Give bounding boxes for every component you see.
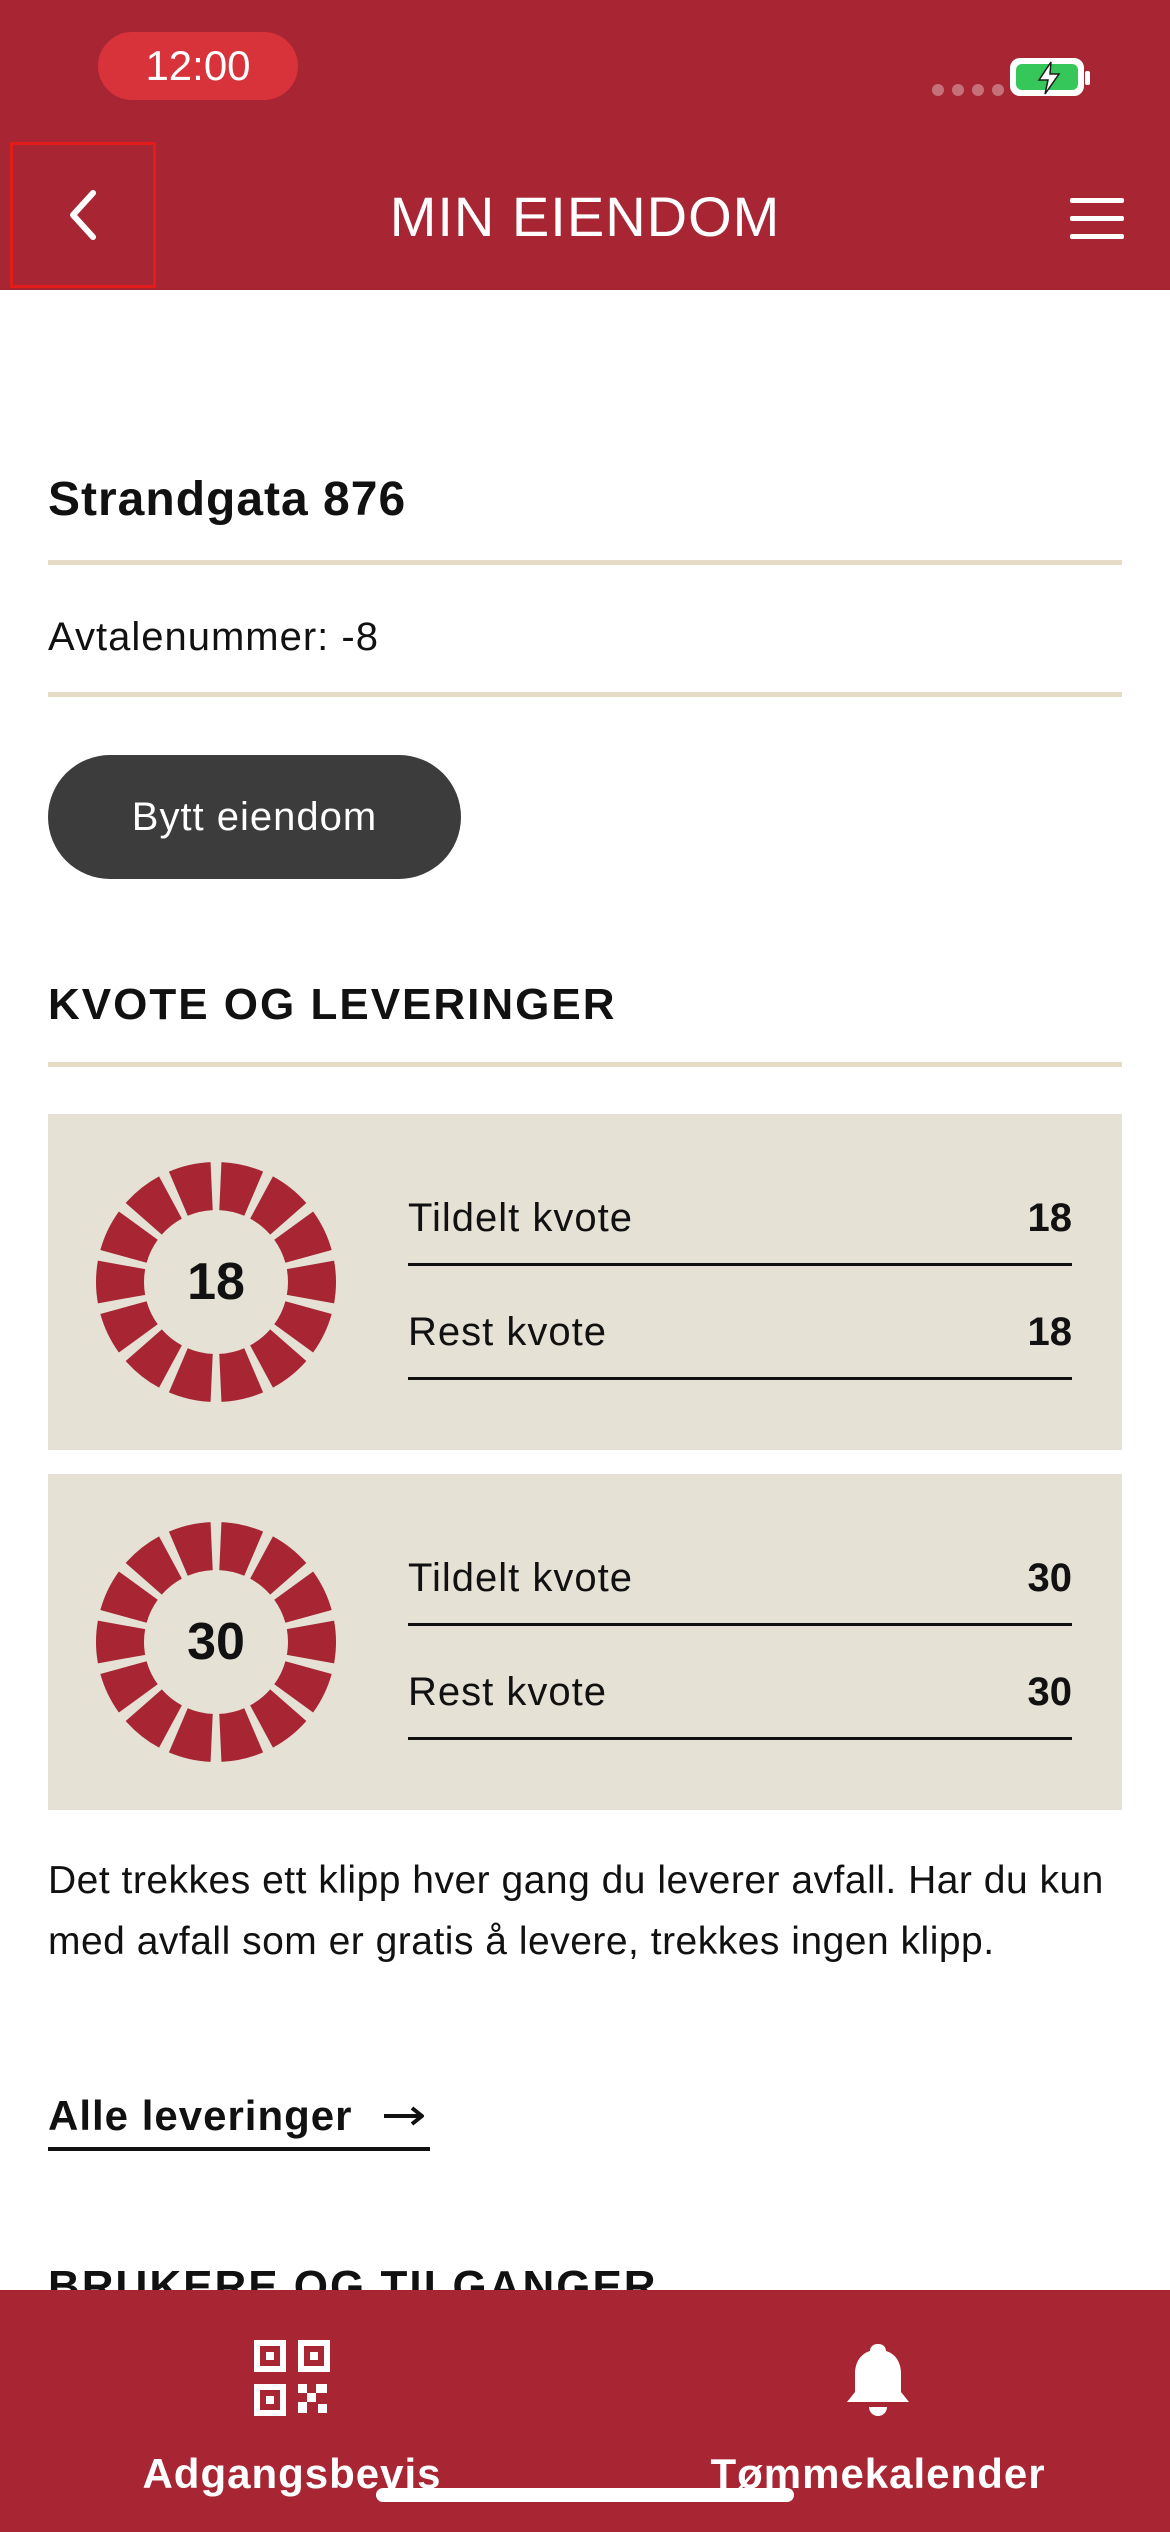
divider <box>48 560 1122 565</box>
quota-label: Tildelt kvote <box>408 1196 633 1240</box>
menu-button[interactable] <box>1064 196 1134 242</box>
home-indicator <box>376 2488 794 2502</box>
quota-label: Tildelt kvote <box>408 1556 633 1600</box>
quota-row-remaining: Rest kvote 18 <box>408 1268 1072 1380</box>
switch-property-button[interactable]: Bytt eiendom <box>48 755 461 879</box>
qr-code-icon <box>254 2340 330 2416</box>
quota-card: 30 Tildelt kvote 30 Rest kvote 30 <box>48 1474 1122 1810</box>
page-title: MIN EIENDOM <box>389 185 781 248</box>
quota-value: 18 <box>1027 1310 1073 1354</box>
quota-label: Rest kvote <box>408 1670 607 1714</box>
donut-value: 30 <box>187 1613 245 1671</box>
contract-number: Avtalenummer: -8 <box>48 615 379 659</box>
battery-icon <box>1010 58 1090 96</box>
quota-row-assigned: Tildelt kvote 18 <box>408 1154 1072 1266</box>
all-deliveries-label: Alle leveringer <box>48 2092 353 2139</box>
all-deliveries-link[interactable]: Alle leveringer <box>48 2085 431 2151</box>
donut-value: 18 <box>187 1253 245 1311</box>
property-address: Strandgata 876 <box>48 473 407 526</box>
bell-icon <box>847 2344 909 2416</box>
quota-value: 18 <box>1027 1196 1073 1240</box>
quota-row-remaining: Rest kvote 30 <box>408 1628 1072 1740</box>
quota-value: 30 <box>1027 1556 1073 1600</box>
quota-value: 30 <box>1027 1670 1073 1714</box>
divider <box>48 692 1122 697</box>
quota-info-text: Det trekkes ett klipp hver gang du lever… <box>48 1859 1104 1963</box>
quota-row-assigned: Tildelt kvote 30 <box>408 1514 1072 1626</box>
section-title-quota: KVOTE OG LEVERINGER <box>48 980 617 1029</box>
divider <box>48 1062 1122 1067</box>
app-header: 12:00 MIN EIENDOM <box>0 0 1170 290</box>
status-time: 12:00 <box>98 32 298 100</box>
signal-icon <box>932 84 1004 96</box>
quota-card: 18 Tildelt kvote 18 Rest kvote 18 <box>48 1114 1122 1450</box>
arrow-right-icon <box>384 2106 425 2126</box>
quota-label: Rest kvote <box>408 1310 607 1354</box>
